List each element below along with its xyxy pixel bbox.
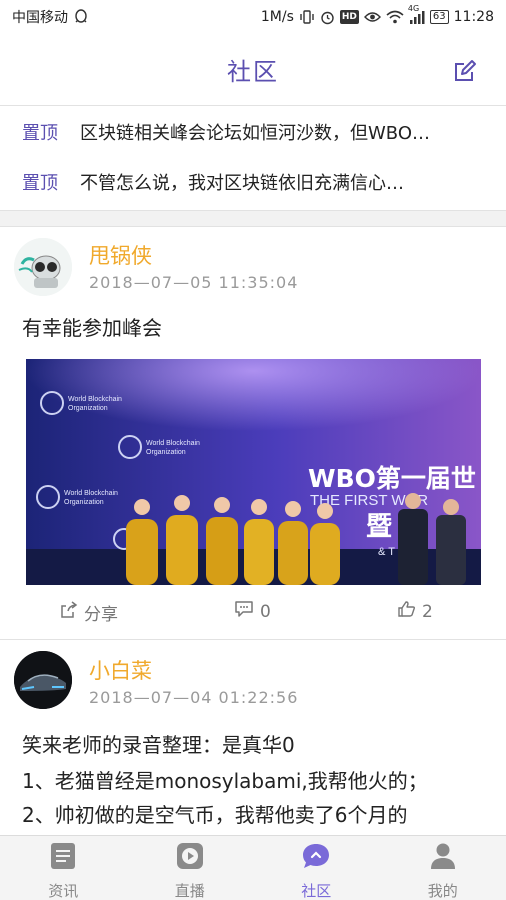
banner-tail: 暨	[366, 512, 392, 542]
post-timestamp: 2018—07—04 01:22:56	[89, 688, 299, 707]
comment-button[interactable]: 0	[234, 600, 271, 623]
thumbs-up-icon	[398, 600, 416, 623]
banner-title: WBO第一届世	[308, 464, 476, 493]
org-name-text: Organization	[64, 499, 104, 506]
chat-bubble-icon	[301, 842, 331, 874]
post-content-line: 2、帅初做的是空气币，我帮他卖了6个月的	[22, 803, 408, 827]
pinned-tag: 置顶	[22, 123, 58, 144]
pinned-item[interactable]: 置顶 区块链相关峰会论坛如恒河沙数，但WBO…	[0, 107, 506, 157]
comment-icon	[234, 600, 254, 623]
nav-item-news[interactable]: 资讯	[0, 836, 127, 900]
comment-count: 0	[260, 601, 271, 622]
page-title: 社区	[227, 58, 279, 86]
share-icon	[60, 601, 78, 624]
nav-label: 我的	[427, 882, 458, 900]
post-card[interactable]: 甩锅侠 2018—07—05 11:35:04 有幸能参加峰会 World Bl…	[0, 228, 506, 640]
post-content: 有幸能参加峰会	[22, 316, 162, 340]
like-count: 2	[422, 601, 433, 622]
wifi-icon	[386, 10, 404, 24]
top-header: 社区	[0, 34, 506, 106]
org-name-text: World Blockchain	[146, 440, 200, 447]
nav-label: 直播	[174, 882, 205, 900]
pinned-tag: 置顶	[22, 173, 58, 194]
nav-label: 社区	[301, 882, 332, 900]
post-actions: 分享 0 2	[0, 600, 506, 634]
battery-icon: 63	[429, 10, 449, 24]
banner-amp: & T	[378, 546, 395, 558]
status-right: 1M/s HD 4G 63 11:28	[260, 4, 494, 25]
pinned-item[interactable]: 置顶 不管怎么说，我对区块链依旧充满信心…	[0, 157, 506, 207]
clock: 11:28	[453, 9, 494, 25]
play-icon	[176, 842, 204, 874]
profile-icon	[430, 842, 456, 874]
share-label: 分享	[84, 605, 118, 625]
app-screen: 中国移动 1M/s HD 4G 63 11:28 社区 置顶 区块链相关峰会论坛…	[0, 0, 506, 900]
carrier-label: 中国移动	[12, 10, 68, 26]
org-name-text: World Blockchain	[68, 396, 122, 403]
status-left: 中国移动	[12, 7, 88, 27]
post-card[interactable]: 小白菜 2018—07—04 01:22:56 笑来老师的录音整理：是真华0 1…	[0, 641, 506, 836]
post-content-line: 1、老猫曾经是monosylabami,我帮他火的；	[22, 769, 428, 793]
news-icon	[50, 842, 76, 874]
pinned-title: 区块链相关峰会论坛如恒河沙数，但WBO…	[80, 123, 430, 144]
post-content-line: 笑来老师的录音整理：是真华0	[22, 733, 295, 757]
bottom-nav: 资讯 直播 社区 我的	[0, 835, 506, 900]
eye-icon	[363, 11, 381, 23]
status-bar: 中国移动 1M/s HD 4G 63 11:28	[0, 0, 506, 34]
network-type: 4G	[407, 4, 420, 13]
nav-item-profile[interactable]: 我的	[380, 836, 506, 900]
net-speed: 1M/s	[260, 9, 294, 25]
hd-icon: HD	[339, 10, 359, 24]
pinned-title: 不管怎么说，我对区块链依旧充满信心…	[80, 173, 404, 194]
post-username[interactable]: 小白菜	[89, 655, 152, 685]
alarm-icon	[320, 10, 335, 25]
org-name-text: Organization	[146, 449, 186, 456]
nav-item-community[interactable]: 社区	[253, 836, 380, 900]
post-image[interactable]: World Blockchain Organization World Bloc…	[26, 359, 481, 585]
share-button[interactable]: 分享	[60, 600, 118, 625]
like-button[interactable]: 2	[398, 600, 433, 623]
pinned-list: 置顶 区块链相关峰会论坛如恒河沙数，但WBO… 置顶 不管怎么说，我对区块链依旧…	[0, 107, 506, 211]
org-name-text: Organization	[68, 405, 108, 412]
avatar[interactable]	[14, 651, 72, 709]
qq-penguin-icon	[74, 9, 88, 25]
vibrate-icon	[299, 10, 315, 24]
post-timestamp: 2018—07—05 11:35:04	[89, 273, 299, 292]
nav-label: 资讯	[48, 882, 79, 900]
section-divider	[0, 211, 506, 227]
nav-item-live[interactable]: 直播	[127, 836, 254, 900]
org-name-text: World Blockchain	[64, 490, 118, 497]
post-username[interactable]: 甩锅侠	[89, 240, 152, 270]
edit-icon[interactable]	[452, 58, 478, 84]
signal-icon: 4G	[408, 4, 425, 24]
hostess-figures	[126, 493, 466, 585]
avatar[interactable]	[14, 238, 72, 296]
